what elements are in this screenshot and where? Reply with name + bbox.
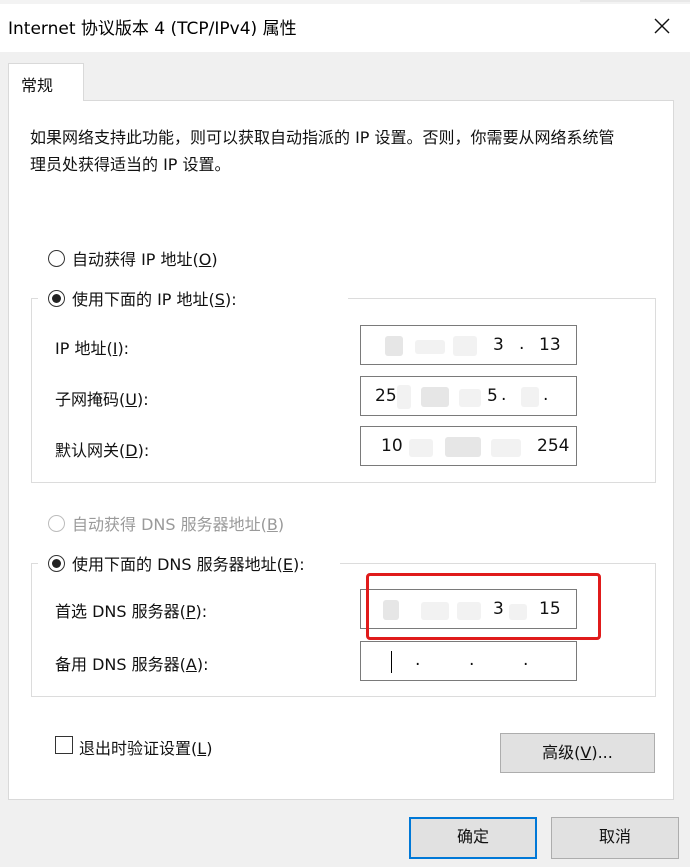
validate-settings-checkbox[interactable] <box>55 736 73 754</box>
highlight-box <box>366 573 601 640</box>
cancel-button[interactable]: 取消 <box>551 817 679 859</box>
tab-general-label: 常规 <box>21 76 54 95</box>
subnet-mask-label: 子网掩码(U): <box>55 390 149 409</box>
ok-button[interactable]: 确定 <box>409 817 537 859</box>
text-caret <box>391 651 392 673</box>
preferred-dns-label: 首选 DNS 服务器(P): <box>55 602 208 621</box>
ip-address-input[interactable]: 3 . 13 <box>360 325 577 365</box>
auto-dns-radio-label: 自动获得 DNS 服务器地址(B) <box>72 515 285 534</box>
alternate-dns-label: 备用 DNS 服务器(A): <box>55 655 209 674</box>
close-icon <box>654 18 670 34</box>
tab-general[interactable]: 常规 <box>8 63 84 101</box>
auto-dns-radio <box>48 515 65 532</box>
validate-settings-label[interactable]: 退出时验证设置(L) <box>79 735 212 759</box>
auto-ip-radio-label[interactable]: 自动获得 IP 地址(O) <box>72 246 218 270</box>
default-gateway-label: 默认网关(D): <box>55 441 150 460</box>
manual-dns-radio[interactable] <box>48 555 65 572</box>
close-button[interactable] <box>640 8 684 44</box>
description-text: 如果网络支持此功能，则可以获取自动指派的 IP 设置。否则，你需要从网络系统管理… <box>30 128 615 174</box>
window-title: Internet 协议版本 4 (TCP/IPv4) 属性 <box>8 19 297 39</box>
advanced-button[interactable]: 高级(V)... <box>500 733 655 773</box>
background-window-edge-right <box>580 0 690 2</box>
subnet-mask-input[interactable]: 25 5 . . <box>360 376 577 416</box>
manual-ip-radio-label[interactable]: 使用下面的 IP 地址(S): <box>72 286 237 310</box>
alternate-dns-input[interactable]: . . . <box>360 641 577 681</box>
default-gateway-input[interactable]: 10 254 <box>360 426 577 466</box>
manual-ip-radio[interactable] <box>48 290 65 307</box>
auto-ip-radio[interactable] <box>48 250 65 267</box>
manual-dns-radio-label[interactable]: 使用下面的 DNS 服务器地址(E): <box>72 551 305 575</box>
ip-address-label: IP 地址(I): <box>55 339 130 358</box>
